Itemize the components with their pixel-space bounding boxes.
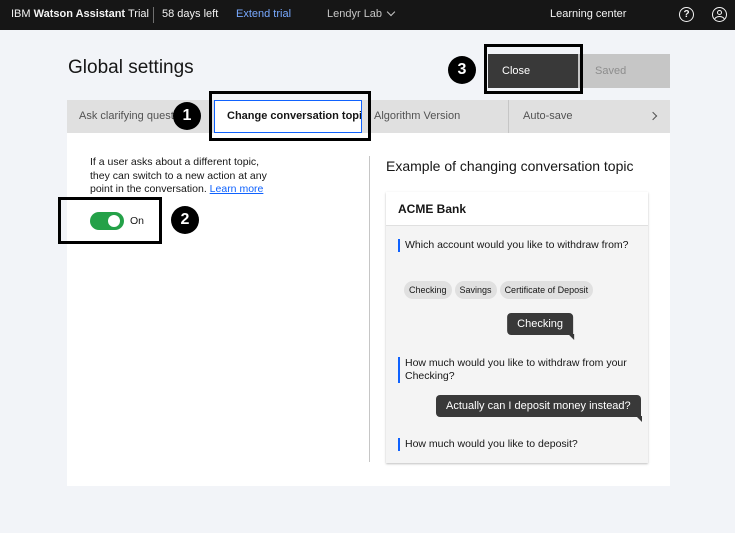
- bot-message: How much would you like to deposit?: [398, 438, 638, 451]
- highlight-box: [209, 91, 371, 141]
- example-title: Example of changing conversation topic: [386, 158, 634, 174]
- extend-trial-link[interactable]: Extend trial: [236, 8, 291, 20]
- setting-description: If a user asks about a different topic, …: [90, 156, 280, 197]
- learn-more-link[interactable]: Learn more: [210, 183, 264, 195]
- user-message: Checking: [507, 313, 574, 340]
- avatar-head: [717, 10, 722, 15]
- product-name: IBM Watson Assistant Trial: [11, 8, 149, 20]
- bubble-tail: [568, 334, 574, 340]
- column-divider: [369, 156, 370, 462]
- option-chips: Checking Savings Certificate of Deposit: [404, 280, 596, 299]
- bubble-tail: [635, 416, 642, 422]
- workspace-switcher[interactable]: Lendyr Lab: [327, 7, 396, 20]
- avatar-body: [714, 16, 725, 21]
- top-navigation-bar: IBM Watson Assistant Trial 58 days left …: [0, 0, 735, 30]
- step-badge: 3: [448, 56, 476, 84]
- help-icon[interactable]: ?: [679, 7, 694, 22]
- user-message-text: Checking: [517, 318, 563, 330]
- chip-savings: Savings: [454, 281, 497, 299]
- step-badge: 1: [173, 102, 201, 130]
- tab-auto-save[interactable]: Auto-save: [510, 100, 650, 133]
- highlight-box: [484, 44, 583, 94]
- chip-certificate-of-deposit: Certificate of Deposit: [499, 281, 594, 299]
- chip-checking: Checking: [404, 281, 452, 299]
- bot-message: How much would you like to withdraw from…: [398, 357, 638, 383]
- workspace-name: Lendyr Lab: [327, 8, 383, 20]
- brand-name: Watson Assistant: [33, 8, 126, 20]
- user-message-text: Actually can I deposit money instead?: [446, 400, 631, 412]
- chevron-right-icon[interactable]: [648, 111, 658, 121]
- chat-header: ACME Bank: [386, 192, 648, 226]
- divider: [153, 7, 154, 23]
- saved-button: Saved: [578, 54, 670, 88]
- step-badge: 2: [171, 206, 199, 234]
- plan-label: Trial: [127, 8, 149, 20]
- chevron-down-icon: [386, 7, 396, 17]
- trial-days-left: 58 days left: [162, 8, 219, 20]
- tab-algorithm-version[interactable]: Algorithm Version: [362, 100, 509, 133]
- bot-message: Which account would you like to withdraw…: [398, 239, 638, 252]
- page-title: Global settings: [68, 57, 194, 78]
- brand-prefix: IBM: [11, 8, 31, 20]
- highlight-box: [58, 197, 162, 244]
- user-avatar-icon[interactable]: [712, 7, 727, 22]
- learning-center-link[interactable]: Learning center: [550, 8, 626, 20]
- user-message: Actually can I deposit money instead?: [436, 395, 642, 422]
